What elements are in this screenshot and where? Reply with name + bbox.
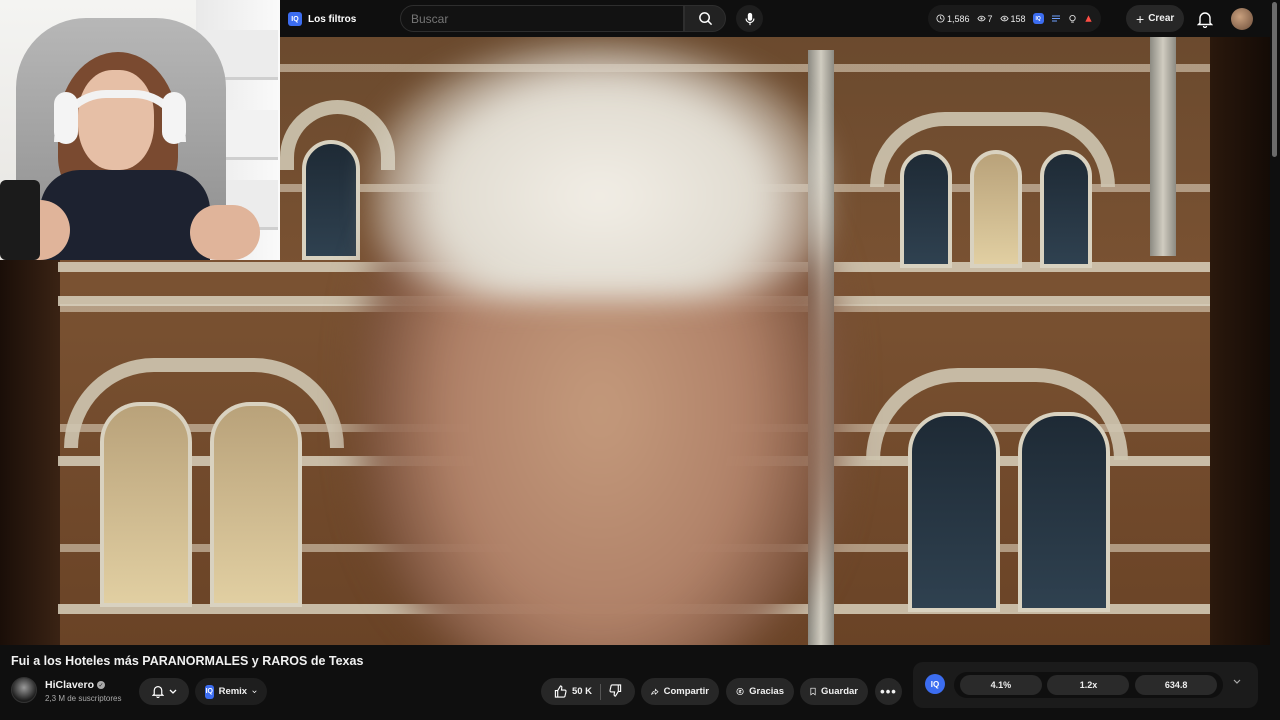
- account-avatar[interactable]: [1231, 8, 1253, 30]
- mic-icon: [744, 12, 755, 25]
- iq-metric-ctr[interactable]: 4.1%: [959, 675, 1042, 695]
- white-cap: [370, 40, 830, 300]
- channel-name: HiClavero: [45, 679, 95, 691]
- iq-logo-icon: IQ: [205, 684, 214, 699]
- like-icon: [554, 685, 567, 698]
- remix-label: Remix: [218, 686, 248, 697]
- clock-icon: [936, 14, 945, 23]
- views-stat: 7: [987, 13, 993, 24]
- dislike-icon: [609, 683, 622, 697]
- channel-avatar[interactable]: [11, 677, 37, 703]
- search-icon: [698, 12, 712, 26]
- like-button[interactable]: 50 K: [554, 685, 592, 698]
- voice-search-button[interactable]: [736, 5, 763, 32]
- subscriber-count: 2,3 M de suscriptores: [45, 694, 122, 703]
- scrollbar-thumb[interactable]: [1272, 2, 1277, 157]
- like-dislike-group: 50 K: [541, 678, 635, 705]
- chevron-down-icon: [252, 689, 257, 693]
- thanks-button[interactable]: Gracias: [726, 678, 794, 705]
- eye-icon: [976, 15, 986, 22]
- lightbulb-icon[interactable]: [1068, 14, 1077, 24]
- eye-icon: [999, 15, 1009, 22]
- impressions-stat: 158: [1010, 13, 1026, 24]
- youtube-watch-page: IQ Los filtros 1,586 7 158 IQ: [0, 0, 1280, 720]
- remix-button[interactable]: IQ Remix: [195, 678, 267, 705]
- top-bar: IQ Los filtros 1,586 7 158 IQ: [280, 0, 1280, 37]
- iq-badge-icon: IQ: [1032, 13, 1044, 24]
- save-button[interactable]: Guardar: [800, 678, 868, 705]
- iq-metrics-bar: 4.1% 1.2x 634.8: [954, 672, 1223, 698]
- notifications-button[interactable]: [1192, 6, 1218, 32]
- share-icon: [651, 688, 659, 695]
- microphone: [0, 180, 40, 260]
- thanks-label: Gracias: [749, 686, 784, 697]
- verified-icon: ✓: [97, 681, 106, 689]
- page-scrollbar[interactable]: [1270, 0, 1280, 720]
- filters-button[interactable]: IQ Los filtros: [280, 5, 364, 33]
- plus-icon: +: [1136, 10, 1145, 27]
- chevron-down-icon: [169, 689, 176, 694]
- channel-name-link[interactable]: HiClavero ✓: [45, 679, 106, 691]
- iq-expand-button[interactable]: [1233, 677, 1241, 688]
- streamer-webcam: [0, 0, 280, 260]
- create-label: Crear: [1148, 13, 1175, 24]
- iq-metrics-panel: IQ 4.1% 1.2x 634.8: [913, 662, 1258, 708]
- video-title: Fui a los Hoteles más PARANORMALES y RAR…: [11, 654, 364, 668]
- iq-logo-icon[interactable]: IQ: [925, 674, 945, 694]
- bell-icon: [151, 686, 164, 698]
- watch-time-stat: 1,586: [947, 13, 970, 24]
- list-icon[interactable]: [1051, 14, 1061, 23]
- like-count: 50 K: [571, 686, 593, 697]
- iq-metric-vph[interactable]: 634.8: [1135, 675, 1218, 695]
- save-label: Guardar: [821, 686, 858, 697]
- more-icon: •••: [880, 684, 897, 699]
- more-actions-button[interactable]: •••: [875, 678, 902, 705]
- chevron-down-icon: [1233, 679, 1241, 684]
- thanks-icon: [736, 687, 744, 696]
- share-label: Compartir: [663, 686, 709, 697]
- alert-icon[interactable]: [1084, 14, 1093, 24]
- search-button[interactable]: [684, 5, 726, 32]
- create-button[interactable]: + Crear: [1126, 5, 1185, 32]
- filters-label: Los filtros: [308, 13, 357, 25]
- subscription-bell-button[interactable]: [139, 678, 189, 705]
- iq-metric-multiplier[interactable]: 1.2x: [1047, 675, 1130, 695]
- iq-logo-icon: IQ: [288, 12, 302, 26]
- search-input[interactable]: [400, 5, 684, 32]
- channel-stats-bar[interactable]: 1,586 7 158 IQ: [928, 5, 1101, 32]
- share-button[interactable]: Compartir: [641, 678, 719, 705]
- dislike-button[interactable]: [609, 683, 622, 700]
- bell-icon: [1197, 11, 1213, 28]
- save-icon: [810, 687, 816, 696]
